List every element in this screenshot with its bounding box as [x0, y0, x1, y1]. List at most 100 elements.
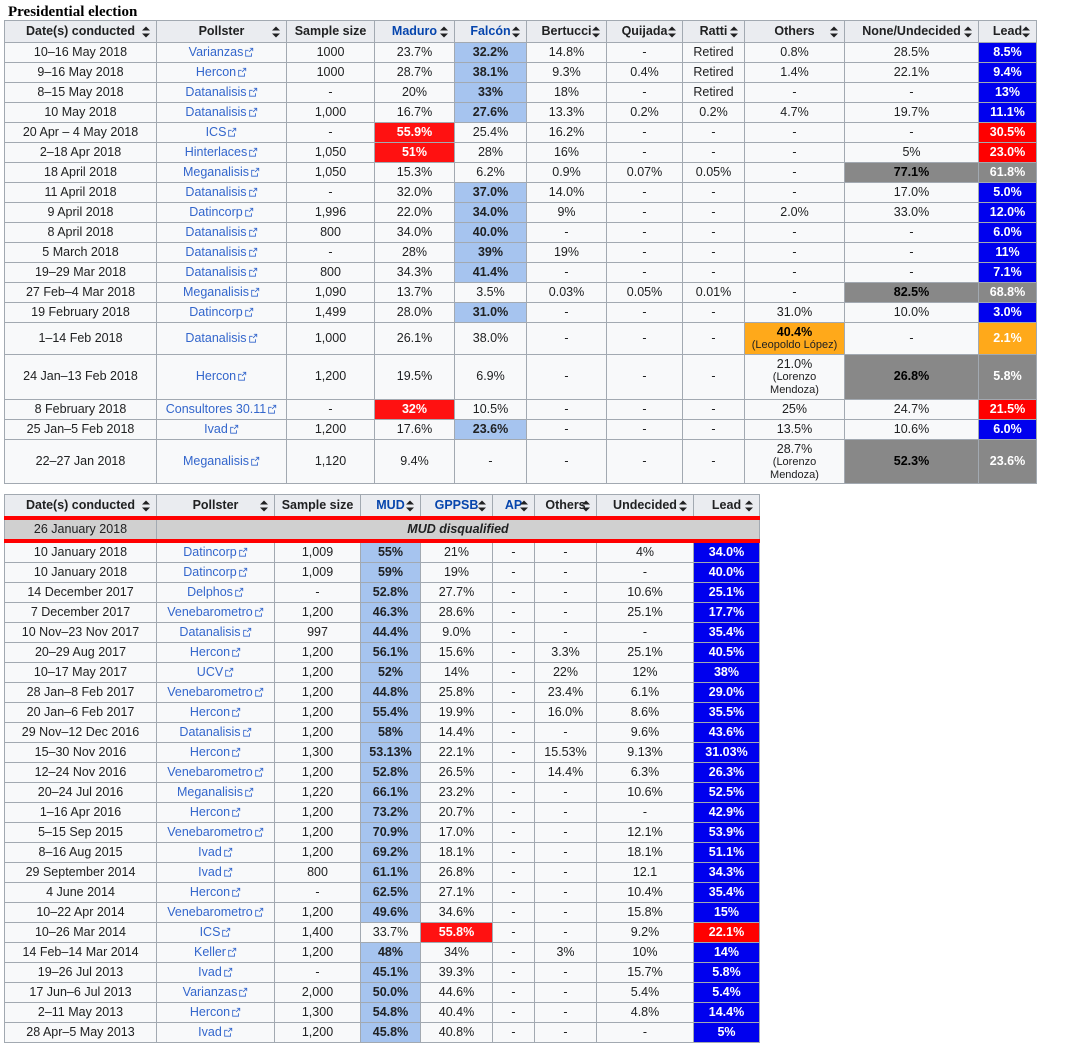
pollster-link[interactable]: ICS [200, 925, 232, 939]
sort-arrows-icon[interactable] [830, 26, 839, 37]
sort-arrows-icon[interactable] [260, 500, 269, 512]
pollster-link[interactable]: Hercon [190, 805, 241, 819]
sort-arrows-icon[interactable] [512, 26, 521, 37]
pollster-link[interactable]: Hercon [196, 369, 247, 383]
pollster-link[interactable]: Datincorp [189, 305, 254, 319]
column-header-others[interactable]: Others [744, 20, 845, 43]
column-header-mud[interactable]: MUD [360, 494, 421, 519]
column-header-undecided[interactable]: Undecided [596, 494, 694, 519]
cell-pollster[interactable]: Hercon [156, 642, 275, 664]
column-header-pollster[interactable]: Pollster [156, 20, 287, 43]
pollster-link[interactable]: Meganalisis [183, 285, 260, 299]
sort-arrows-icon[interactable] [520, 500, 529, 512]
pollster-link[interactable]: Ivad [198, 1025, 233, 1039]
sort-arrows-icon[interactable] [679, 500, 688, 512]
cell-pollster[interactable]: Datanalisis [156, 622, 275, 644]
cell-pollster[interactable]: Datanalisis [156, 321, 287, 356]
cell-pollster[interactable]: Venebarometro [156, 902, 275, 924]
cell-pollster[interactable]: Hercon [156, 702, 275, 724]
pollster-link[interactable]: Keller [194, 945, 237, 959]
cell-pollster[interactable]: Varianzas [156, 982, 275, 1004]
cell-pollster[interactable]: Datincorp [156, 202, 287, 223]
pollster-link[interactable]: UCV [197, 665, 234, 679]
column-header-lead[interactable]: Lead [978, 20, 1037, 43]
column-header-ratti[interactable]: Ratti [682, 20, 745, 43]
pollster-link[interactable]: Datanalisis [185, 265, 257, 279]
pollster-link[interactable]: Datincorp [183, 565, 248, 579]
cell-pollster[interactable]: ICS [156, 122, 287, 143]
column-header-date-s-conducted[interactable]: Date(s) conducted [4, 20, 157, 43]
pollster-link[interactable]: Venebarometro [167, 765, 263, 779]
column-header-ap[interactable]: AP [492, 494, 535, 519]
cell-pollster[interactable]: Meganalisis [156, 438, 287, 485]
sort-arrows-icon[interactable] [582, 500, 591, 512]
pollster-link[interactable]: Hercon [190, 885, 241, 899]
pollster-link[interactable]: Venebarometro [167, 825, 263, 839]
pollster-link[interactable]: Venebarometro [167, 605, 263, 619]
sort-arrows-icon[interactable] [406, 500, 415, 512]
cell-pollster[interactable]: Ivad [156, 1022, 275, 1043]
pollster-link[interactable]: Ivad [198, 865, 233, 879]
cell-pollster[interactable]: Keller [156, 942, 275, 964]
column-header-falc-n[interactable]: Falcón [454, 20, 527, 43]
column-header-none-undecided[interactable]: None/Undecided [844, 20, 979, 43]
cell-pollster[interactable]: Ivad [156, 962, 275, 984]
cell-pollster[interactable]: Ivad [156, 418, 287, 440]
cell-pollster[interactable]: Delphos [156, 582, 275, 604]
cell-pollster[interactable]: Venebarometro [156, 822, 275, 844]
pollster-link[interactable]: Consultores 30.11 [166, 402, 278, 416]
sort-arrows-icon[interactable] [730, 26, 739, 37]
sort-arrows-icon[interactable] [668, 26, 677, 37]
cell-pollster[interactable]: Venebarometro [156, 762, 275, 784]
pollster-link[interactable]: Varianzas [183, 985, 249, 999]
pollster-link[interactable]: Hinterlaces [185, 145, 259, 159]
cell-pollster[interactable]: Ivad [156, 842, 275, 864]
cell-pollster[interactable]: Venebarometro [156, 602, 275, 624]
pollster-link[interactable]: Hercon [190, 1005, 241, 1019]
cell-pollster[interactable]: Hercon [156, 1002, 275, 1024]
cell-pollster[interactable]: UCV [156, 662, 275, 684]
cell-pollster[interactable]: Datanalisis [156, 722, 275, 744]
sort-arrows-icon[interactable] [478, 500, 487, 512]
cell-pollster[interactable]: Datincorp [156, 540, 275, 564]
pollster-link[interactable]: Datanalisis [185, 85, 257, 99]
sort-arrows-icon[interactable] [272, 26, 281, 37]
pollster-link[interactable]: Delphos [187, 585, 244, 599]
sort-arrows-icon[interactable] [440, 26, 449, 37]
pollster-link[interactable]: Ivad [198, 965, 233, 979]
cell-pollster[interactable]: Datanalisis [156, 82, 287, 103]
pollster-link[interactable]: Datanalisis [185, 331, 257, 345]
pollster-link[interactable]: Datincorp [189, 205, 254, 219]
column-header-pollster[interactable]: Pollster [156, 494, 275, 519]
column-header-bertucci[interactable]: Bertucci [526, 20, 607, 43]
sort-arrows-icon[interactable] [142, 500, 151, 512]
pollster-link[interactable]: Datincorp [183, 545, 248, 559]
column-header-others[interactable]: Others [534, 494, 597, 519]
pollster-link[interactable]: Datanalisis [185, 105, 257, 119]
cell-pollster[interactable]: Ivad [156, 862, 275, 884]
pollster-link[interactable]: Hercon [196, 65, 247, 79]
pollster-link[interactable]: Venebarometro [167, 685, 263, 699]
column-header-maduro[interactable]: Maduro [374, 20, 455, 43]
sort-arrows-icon[interactable] [592, 26, 601, 37]
pollster-link[interactable]: Hercon [190, 705, 241, 719]
pollster-link[interactable]: Ivad [204, 422, 239, 436]
cell-pollster[interactable]: Datanalisis [156, 242, 287, 263]
cell-pollster[interactable]: Hercon [156, 742, 275, 764]
pollster-link[interactable]: Hercon [190, 645, 241, 659]
cell-pollster[interactable]: Datincorp [156, 562, 275, 584]
cell-pollster[interactable]: Varianzas [156, 42, 287, 63]
cell-pollster[interactable]: Datanalisis [156, 182, 287, 203]
pollster-link[interactable]: ICS [206, 125, 238, 139]
sort-arrows-icon[interactable] [1022, 26, 1031, 37]
pollster-link[interactable]: Meganalisis [177, 785, 254, 799]
pollster-link[interactable]: Varianzas [189, 45, 255, 59]
pollster-link[interactable]: Datanalisis [185, 185, 257, 199]
cell-pollster[interactable]: Meganalisis [156, 782, 275, 804]
cell-pollster[interactable]: Hercon [156, 882, 275, 904]
column-header-lead[interactable]: Lead [693, 494, 760, 519]
cell-pollster[interactable]: Hercon [156, 354, 287, 400]
column-header-date-s-conducted[interactable]: Date(s) conducted [4, 494, 157, 519]
cell-pollster[interactable]: Meganalisis [156, 282, 287, 303]
column-header-gppsb[interactable]: GPPSB [420, 494, 493, 519]
